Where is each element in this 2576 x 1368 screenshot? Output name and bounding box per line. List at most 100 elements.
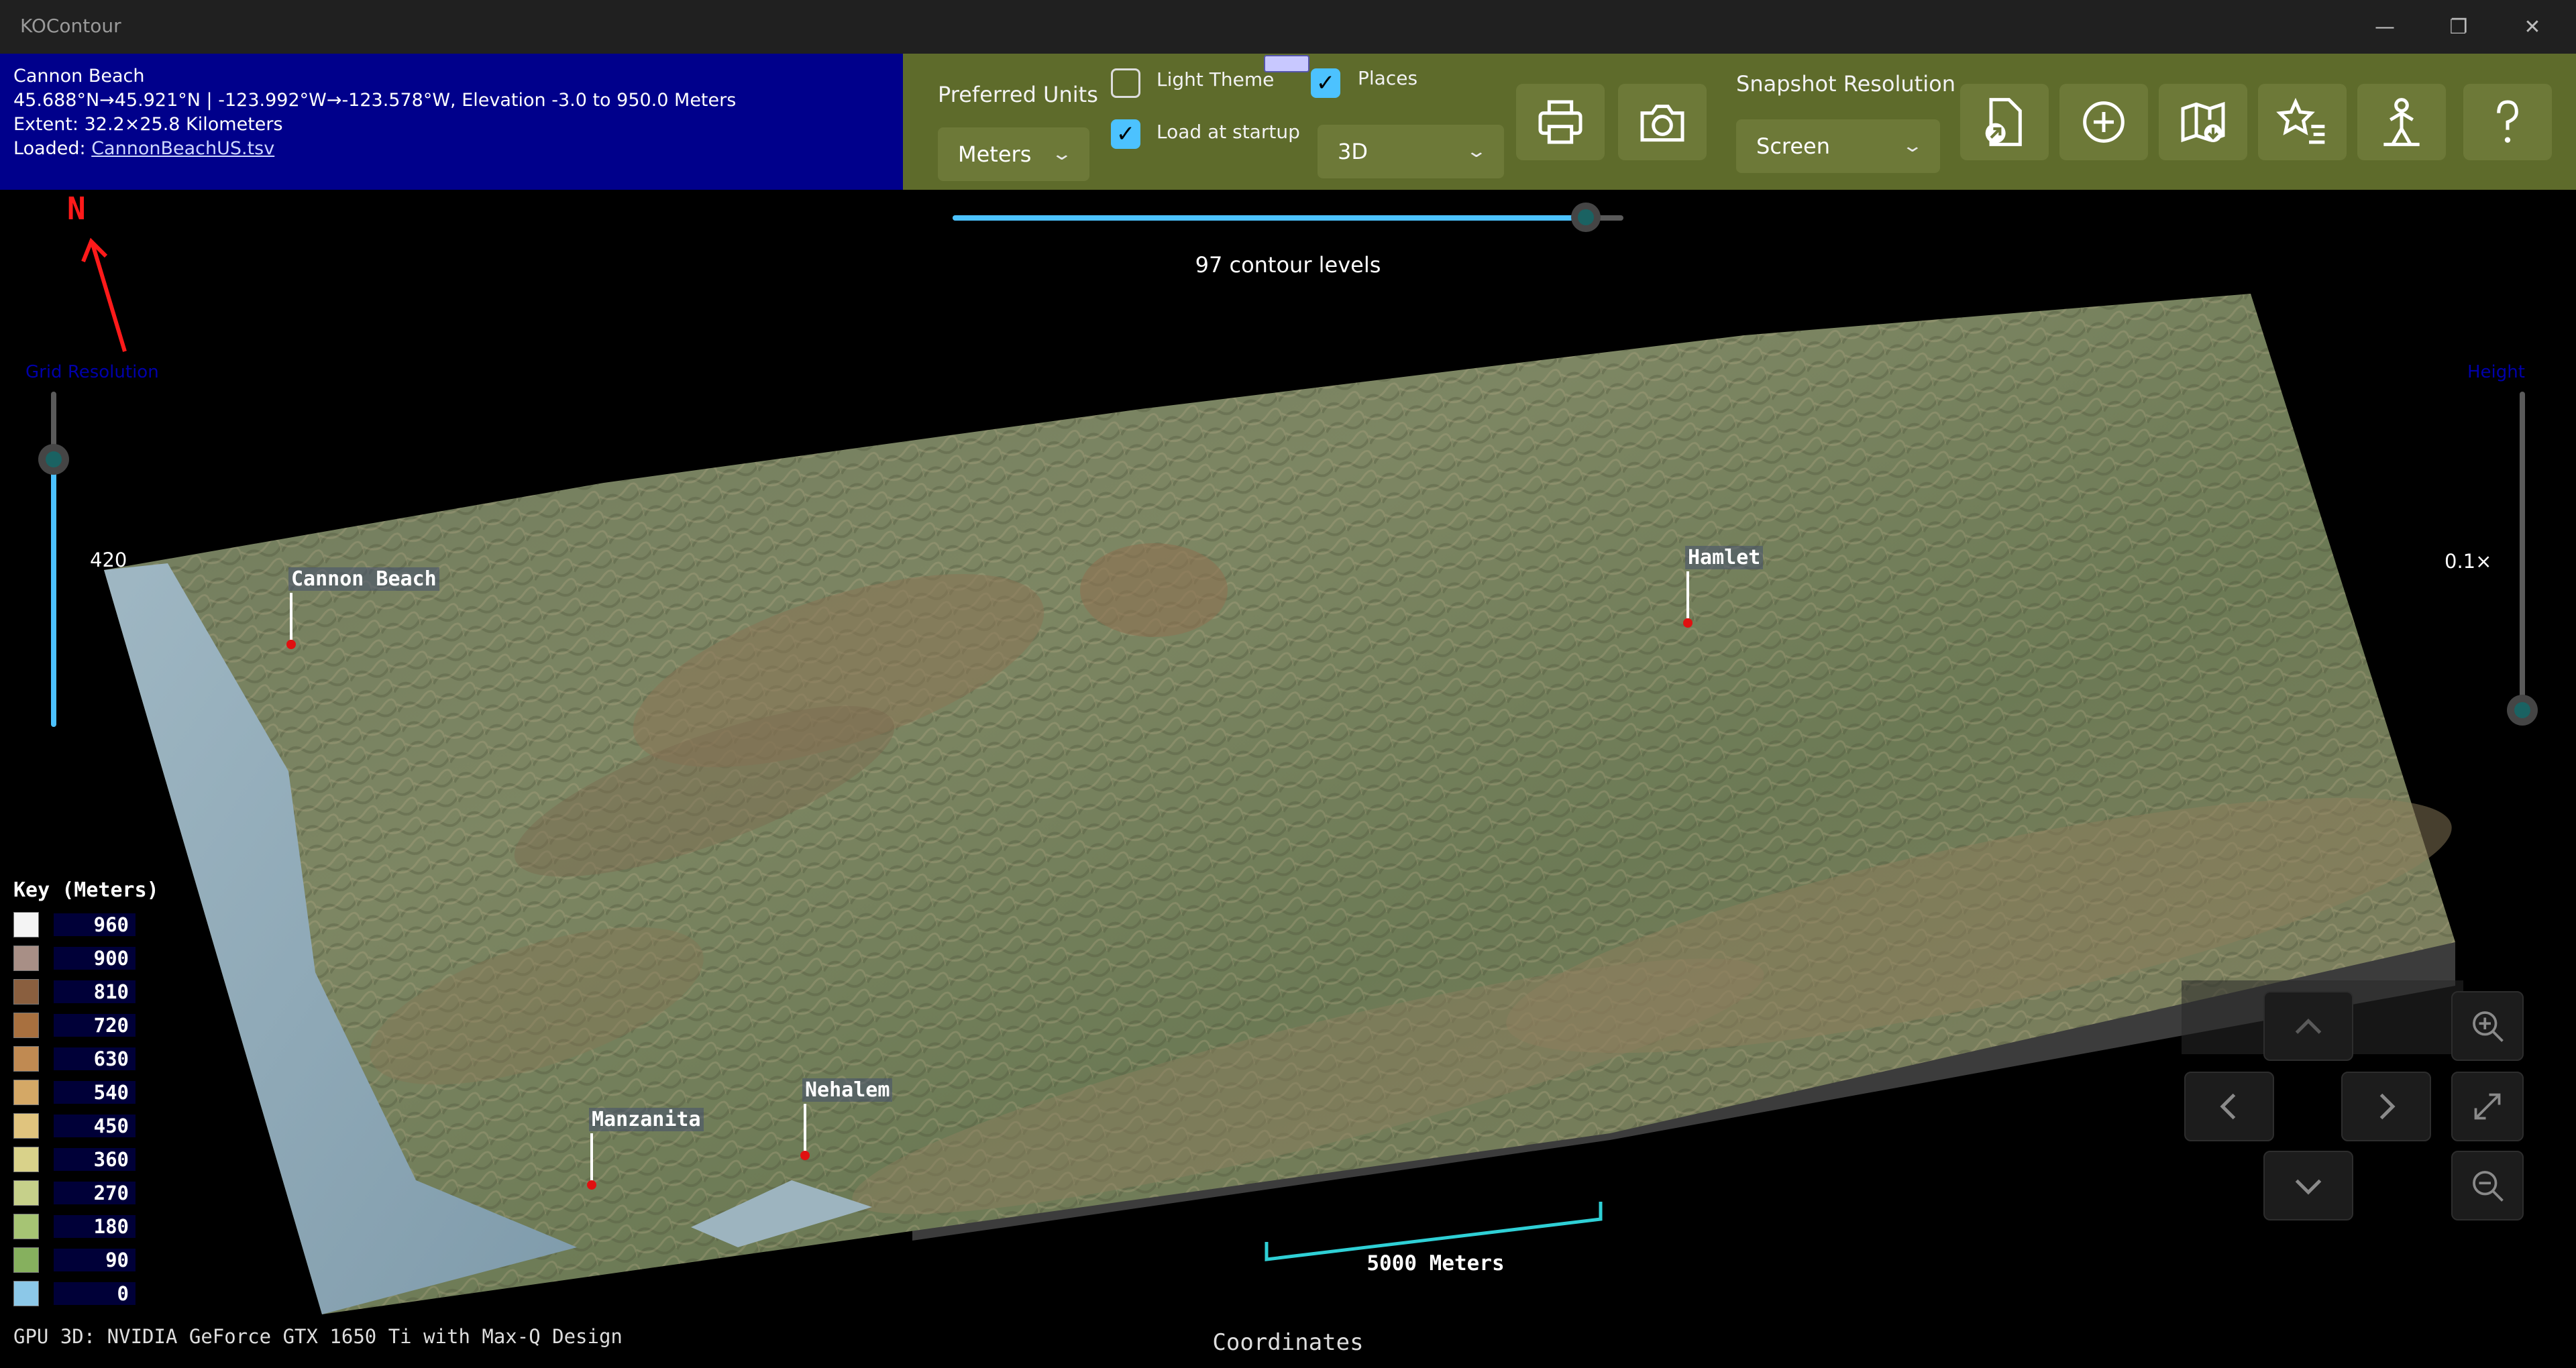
key-swatch	[13, 1247, 39, 1273]
key-value: 360	[54, 1148, 136, 1171]
view-mode-dropdown[interactable]: 3D ⌄	[1318, 125, 1504, 178]
key-value: 180	[54, 1215, 136, 1238]
place-label-cannon-beach[interactable]: Cannon Beach	[288, 567, 439, 591]
key-value: 720	[54, 1014, 136, 1037]
key-row: 960	[13, 911, 136, 939]
title-bar: KOContour — ❐ ✕	[0, 0, 2576, 54]
close-button[interactable]: ✕	[2496, 0, 2569, 54]
snapshot-resolution-dropdown[interactable]: Screen ⌄	[1736, 119, 1940, 173]
print-button[interactable]	[1516, 84, 1605, 160]
height-track[interactable]	[2520, 392, 2525, 711]
place-marker	[286, 640, 296, 649]
favorites-icon	[2276, 97, 2325, 144]
loaded-line: Loaded: CannonBeachUS.tsv	[13, 138, 274, 159]
open-file-button[interactable]	[1960, 84, 2049, 160]
north-arrow-icon	[81, 237, 127, 352]
key-value: 810	[54, 980, 136, 1003]
places-checkbox[interactable]: ✓	[1311, 68, 1340, 98]
key-value: 0	[54, 1282, 136, 1305]
snapshot-button[interactable]	[1618, 84, 1707, 160]
chevron-left-icon	[2220, 1093, 2236, 1120]
key-swatch	[13, 1214, 39, 1239]
load-at-startup-label: Load at startup	[1157, 121, 1300, 143]
key-value: 960	[54, 913, 136, 936]
key-swatch	[13, 1180, 39, 1206]
height-label: Height	[2467, 362, 2525, 382]
key-row: 0	[13, 1279, 136, 1308]
minimize-button[interactable]: —	[2348, 0, 2422, 54]
units-value: Meters	[958, 141, 1032, 167]
place-pin-stem	[590, 1133, 593, 1182]
map-download-icon	[2181, 101, 2225, 143]
loaded-prefix: Loaded:	[13, 138, 92, 159]
units-dropdown[interactable]: Meters ⌄	[938, 127, 1089, 181]
help-icon	[2497, 100, 2518, 143]
map-download-button[interactable]	[2159, 84, 2247, 160]
pan-right-button[interactable]	[2341, 1072, 2431, 1141]
load-at-startup-checkbox[interactable]: ✓	[1111, 119, 1140, 149]
open-file-icon	[1985, 98, 2022, 146]
restore-icon: ❐	[2449, 15, 2468, 39]
key-swatch	[13, 1046, 39, 1072]
light-theme-checkbox[interactable]	[1111, 68, 1140, 98]
snapshot-resolution-label: Snapshot Resolution	[1736, 71, 1955, 97]
help-button[interactable]	[2463, 84, 2552, 160]
close-icon: ✕	[2524, 15, 2541, 39]
drag-handle[interactable]	[1264, 55, 1309, 72]
light-theme-label: Light Theme	[1157, 68, 1275, 91]
add-icon	[2083, 101, 2125, 143]
place-pin-stem	[1686, 571, 1689, 618]
extent-line: Extent: 32.2×25.8 Kilometers	[13, 114, 283, 135]
pan-up-button[interactable]	[2263, 991, 2353, 1061]
chevron-down-icon: ⌄	[1051, 144, 1073, 164]
preferred-units-label: Preferred Units	[938, 82, 1098, 107]
app-title: KOContour	[20, 15, 121, 37]
pan-down-button[interactable]	[2263, 1151, 2353, 1220]
key-swatch	[13, 1080, 39, 1105]
fit-view-button[interactable]	[2451, 1072, 2524, 1141]
check-icon: ✓	[1116, 121, 1136, 148]
toolbar: Preferred Units Meters ⌄ Light Theme ✓ L…	[903, 54, 2576, 190]
key-row: 270	[13, 1179, 136, 1207]
zoom-in-button[interactable]	[2451, 991, 2524, 1061]
key-row: 540	[13, 1078, 136, 1106]
print-icon	[1538, 100, 1582, 144]
restore-button[interactable]: ❐	[2422, 0, 2496, 54]
place-label-nehalem[interactable]: Nehalem	[802, 1078, 893, 1102]
key-swatch	[13, 979, 39, 1005]
place-marker	[800, 1151, 810, 1160]
height-thumb[interactable]	[2507, 695, 2538, 726]
terrain-3d-view[interactable]	[0, 0, 2576, 1368]
place-marker	[1683, 618, 1693, 628]
key-swatch	[13, 1113, 39, 1139]
key-row: 90	[13, 1246, 136, 1274]
grid-resolution-value: 420	[90, 549, 127, 571]
key-swatch	[13, 912, 39, 937]
zoom-out-button[interactable]	[2451, 1151, 2524, 1220]
contour-levels-thumb[interactable]	[1571, 203, 1601, 232]
loaded-file-link[interactable]: CannonBeachUS.tsv	[91, 138, 274, 159]
key-row: 720	[13, 1011, 136, 1039]
key-value: 540	[54, 1081, 136, 1104]
add-button[interactable]	[2059, 84, 2148, 160]
hiker-button[interactable]	[2357, 84, 2446, 160]
info-panel: Cannon Beach 45.688°N→45.921°N | -123.99…	[0, 54, 903, 190]
key-value: 630	[54, 1047, 136, 1070]
coordinates-readout: Coordinates	[1212, 1329, 1364, 1356]
place-pin-stem	[804, 1104, 806, 1152]
scale-bar-label: 5000 Meters	[1366, 1251, 1505, 1275]
grid-resolution-thumb[interactable]	[38, 444, 69, 475]
key-swatch	[13, 1281, 39, 1306]
contour-levels-text: 97 contour levels	[1195, 252, 1381, 278]
chevron-down-icon: ⌄	[1901, 136, 1924, 156]
gpu-info: GPU 3D: NVIDIA GeForce GTX 1650 Ti with …	[13, 1325, 623, 1348]
key-row: 360	[13, 1145, 136, 1174]
favorites-button[interactable]	[2258, 84, 2347, 160]
chevron-down-icon: ⌄	[1465, 141, 1488, 162]
pan-left-button[interactable]	[2184, 1072, 2274, 1141]
camera-icon	[1640, 105, 1684, 142]
height-value: 0.1×	[2445, 550, 2492, 573]
chevron-right-icon	[2379, 1093, 2396, 1120]
place-label-manzanita[interactable]: Manzanita	[589, 1108, 704, 1131]
place-label-hamlet[interactable]: Hamlet	[1685, 546, 1764, 569]
